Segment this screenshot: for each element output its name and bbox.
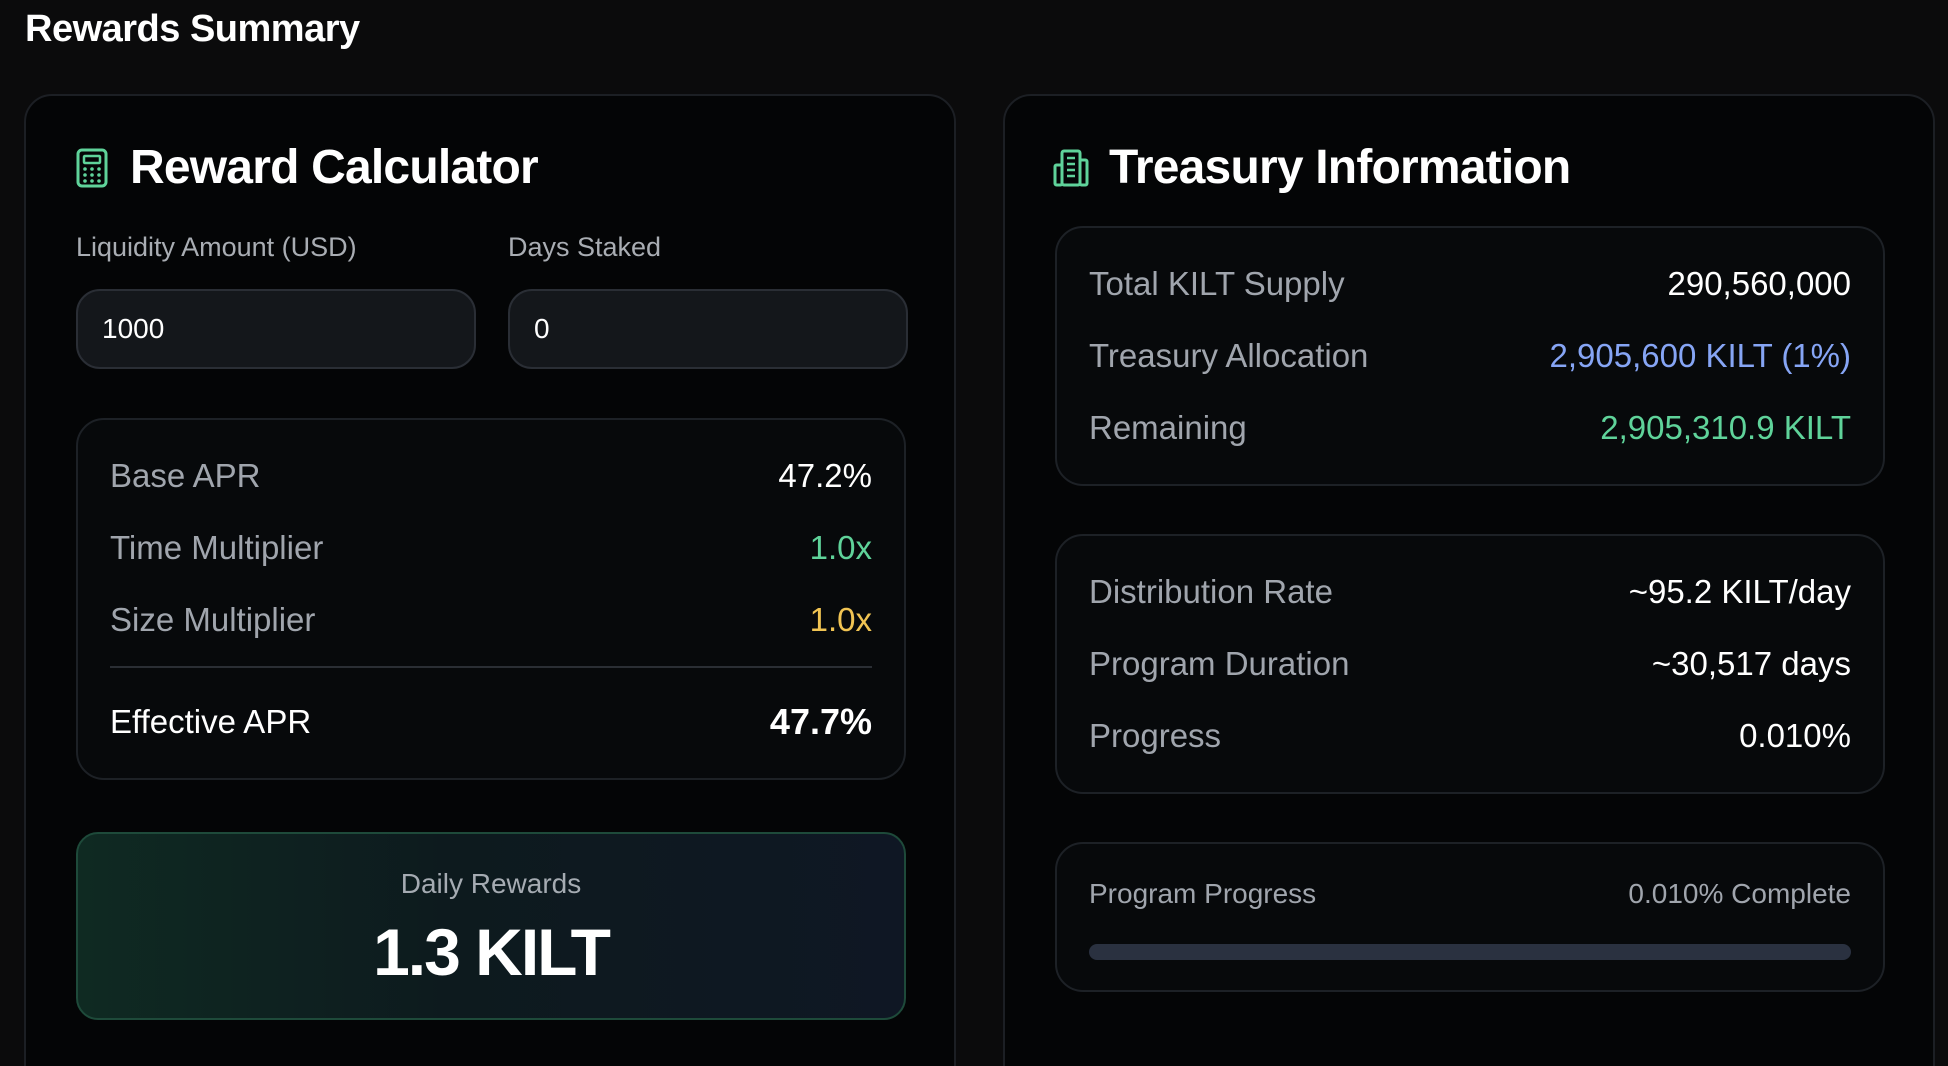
program-progress-status: 0.010% Complete <box>1628 878 1851 909</box>
base-apr-row: Base APR 47.2% <box>110 454 872 498</box>
total-supply-label: Total KILT Supply <box>1089 265 1345 302</box>
total-supply-value: 290,560,000 <box>1667 265 1851 302</box>
reward-calculator-card: Reward Calculator Liquidity Amount (USD)… <box>24 94 956 1066</box>
days-staked-label: Days Staked <box>508 232 662 262</box>
size-multiplier-row: Size Multiplier 1.0x <box>110 598 872 642</box>
treasury-header: Treasury Information <box>1053 140 1571 195</box>
program-progress-bar <box>1089 944 1851 960</box>
size-multiplier-value: 1.0x <box>809 601 872 638</box>
program-progress-label: Program Progress <box>1089 878 1317 909</box>
treasury-allocation-value: 2,905,600 KILT (1%) <box>1549 337 1851 374</box>
treasury-title: Treasury Information <box>1109 141 1571 194</box>
base-apr-label: Base APR <box>110 457 261 494</box>
remaining-value: 2,905,310.9 KILT <box>1600 409 1851 446</box>
treasury-allocation-row: Treasury Allocation 2,905,600 KILT (1%) <box>1089 334 1851 378</box>
progress-label: Progress <box>1089 717 1222 754</box>
time-multiplier-label: Time Multiplier <box>110 529 324 566</box>
reward-calculator-title: Reward Calculator <box>130 141 539 194</box>
daily-rewards-label: Daily Rewards <box>400 868 582 899</box>
time-multiplier-value: 1.0x <box>809 529 872 566</box>
effective-apr-value: 47.7% <box>769 701 872 742</box>
reward-calculator-header: Reward Calculator <box>74 140 539 195</box>
program-progress-panel: Program Progress 0.010% Complete <box>1055 842 1885 992</box>
distribution-rate-value: ~95.2 KILT/day <box>1628 573 1851 610</box>
liquidity-amount-label: Liquidity Amount (USD) <box>76 232 357 262</box>
daily-rewards-box: Daily Rewards 1.3 KILT <box>76 832 906 1020</box>
remaining-label: Remaining <box>1089 409 1247 446</box>
effective-apr-row: Effective APR 47.7% <box>110 700 872 744</box>
program-progress-header: Program Progress 0.010% Complete <box>1089 878 1851 910</box>
daily-rewards-value: 1.3 KILT <box>373 915 611 989</box>
calculator-icon <box>76 148 108 187</box>
days-staked-input[interactable] <box>508 289 908 369</box>
distribution-panel: Distribution Rate ~95.2 KILT/day Program… <box>1055 534 1885 794</box>
distribution-rate-label: Distribution Rate <box>1089 573 1333 610</box>
apr-divider <box>110 666 872 668</box>
total-supply-row: Total KILT Supply 290,560,000 <box>1089 262 1851 306</box>
progress-value: 0.010% <box>1739 717 1851 754</box>
rewards-summary-page: Rewards Summary Reward Calculator Liquid… <box>0 0 1948 1066</box>
apr-breakdown-panel: Base APR 47.2% Time Multiplier 1.0x Size… <box>76 418 906 780</box>
size-multiplier-label: Size Multiplier <box>110 601 316 638</box>
remaining-row: Remaining 2,905,310.9 KILT <box>1089 406 1851 450</box>
time-multiplier-row: Time Multiplier 1.0x <box>110 526 872 570</box>
progress-row: Progress 0.010% <box>1089 714 1851 758</box>
effective-apr-label: Effective APR <box>110 703 312 740</box>
page-title: Rewards Summary <box>25 8 360 50</box>
program-duration-label: Program Duration <box>1089 645 1350 682</box>
base-apr-value: 47.2% <box>778 457 872 494</box>
treasury-information-card: Treasury Information Total KILT Supply 2… <box>1003 94 1935 1066</box>
liquidity-amount-input[interactable] <box>76 289 476 369</box>
building-icon <box>1053 149 1089 186</box>
treasury-allocation-label: Treasury Allocation <box>1089 337 1369 374</box>
distribution-rate-row: Distribution Rate ~95.2 KILT/day <box>1089 570 1851 614</box>
supply-panel: Total KILT Supply 290,560,000 Treasury A… <box>1055 226 1885 486</box>
program-duration-value: ~30,517 days <box>1651 645 1851 682</box>
program-duration-row: Program Duration ~30,517 days <box>1089 642 1851 686</box>
